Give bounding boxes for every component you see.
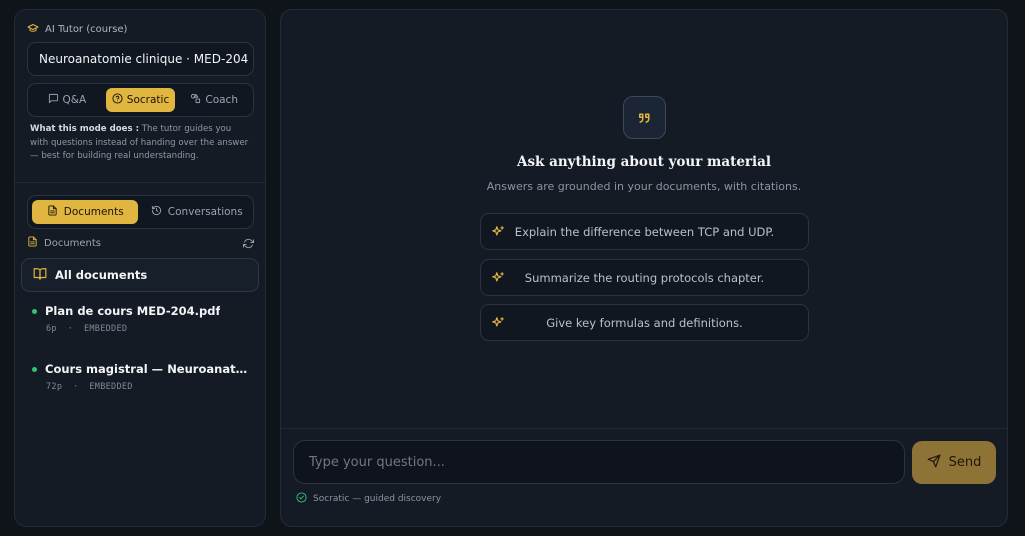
- brand: AI Tutor (course): [27, 22, 127, 37]
- mode-description-heading: What this mode does :: [30, 124, 140, 134]
- tab-conversations-label: Conversations: [167, 206, 243, 218]
- suggestion-button[interactable]: Explain the difference between TCP and U…: [480, 213, 809, 250]
- question-input-box: [293, 440, 905, 484]
- document-meta: 6p · EMBEDDED: [46, 324, 250, 334]
- document-meta: 72p · EMBEDDED: [46, 382, 250, 392]
- mode-coach-button[interactable]: Coach: [179, 88, 249, 112]
- suggestion-label: Explain the difference between TCP and U…: [514, 224, 775, 239]
- file-text-icon: [47, 205, 58, 219]
- tab-conversations[interactable]: Conversations: [144, 200, 249, 224]
- book-open-icon: [33, 267, 47, 284]
- document-name: Cours magistral — Neuroanatomie: [45, 362, 250, 376]
- suggestion-button[interactable]: Summarize the routing protocols chapter.: [480, 259, 809, 296]
- tab-documents-label: Documents: [63, 206, 124, 218]
- mode-socratic-label: Socratic: [126, 94, 170, 106]
- documents-heading: Documents: [44, 237, 102, 249]
- mode-qa-label: Q&A: [62, 94, 87, 106]
- meta-separator: ·: [67, 324, 74, 334]
- suggestion-label: Give key formulas and definitions.: [546, 315, 743, 330]
- mode-coach-label: Coach: [205, 94, 238, 106]
- sparkles-icon: [491, 316, 505, 330]
- help-circle-icon: [112, 93, 123, 107]
- sidebar: AI Tutor (course) Neuroanatomie clinique…: [14, 9, 266, 527]
- file-text-icon: [27, 236, 38, 250]
- send-label: Send: [948, 455, 982, 470]
- check-circle-icon: [296, 492, 307, 506]
- message-square-icon: [48, 93, 59, 107]
- document-name: Plan de cours MED-204.pdf: [45, 304, 221, 318]
- course-title[interactable]: Neuroanatomie clinique · MED-204: [27, 42, 254, 76]
- status-dot: [32, 308, 37, 314]
- empty-state-subtitle: Answers are grounded in your documents, …: [486, 180, 802, 193]
- status-dot: [32, 366, 37, 372]
- sparkles-icon: [491, 271, 505, 285]
- all-documents-item[interactable]: All documents: [21, 258, 259, 292]
- divider: [15, 182, 265, 183]
- document-status: EMBEDDED: [89, 382, 133, 392]
- meta-separator: ·: [73, 382, 79, 392]
- suggestion-label: Summarize the routing protocols chapter.: [524, 270, 765, 285]
- send-button[interactable]: Send: [912, 441, 996, 484]
- mode-selector: Q&A Socratic Coach: [27, 83, 254, 117]
- document-status: EMBEDDED: [83, 324, 128, 334]
- document-item[interactable]: Plan de cours MED-204.pdf 6p · EMBEDDED: [32, 304, 250, 334]
- sidebar-tabs: Documents Conversations: [27, 195, 254, 229]
- history-icon: [151, 205, 162, 219]
- send-icon: [927, 454, 941, 472]
- divider: [281, 428, 1007, 429]
- document-pages: 6p: [46, 324, 57, 334]
- mode-description: What this mode does : The tutor guides y…: [30, 123, 252, 164]
- shapes-icon: [190, 93, 201, 107]
- suggestion-button[interactable]: Give key formulas and definitions.: [480, 304, 809, 341]
- tab-documents[interactable]: Documents: [32, 200, 139, 224]
- mode-qa-button[interactable]: Q&A: [32, 88, 102, 112]
- documents-header: Documents: [27, 235, 254, 251]
- question-input[interactable]: [309, 454, 889, 470]
- mode-socratic-button[interactable]: Socratic: [105, 88, 176, 112]
- document-pages: 72p: [46, 382, 63, 392]
- graduation-cap-icon: [27, 22, 39, 37]
- mode-status-label: Socratic — guided discovery: [313, 494, 442, 504]
- all-documents-label: All documents: [55, 268, 148, 282]
- document-item[interactable]: Cours magistral — Neuroanatomie 72p · EM…: [32, 362, 250, 392]
- refresh-icon[interactable]: [243, 234, 254, 253]
- quote-icon: [623, 96, 666, 139]
- sparkles-icon: [491, 225, 505, 239]
- mode-status: Socratic — guided discovery: [296, 492, 441, 506]
- empty-state-title: Ask anything about your material: [516, 154, 772, 170]
- brand-label: AI Tutor (course): [45, 24, 128, 35]
- chat-panel: Ask anything about your material Answers…: [280, 9, 1008, 527]
